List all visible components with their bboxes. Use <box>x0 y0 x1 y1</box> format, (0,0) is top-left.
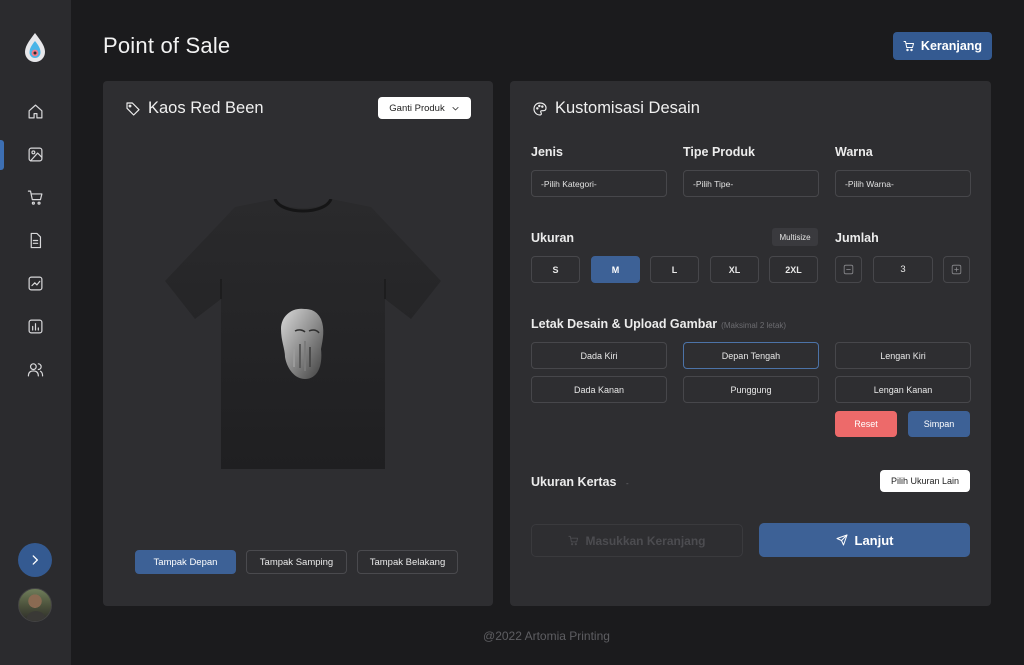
bar-chart-icon <box>28 319 43 333</box>
plus-icon <box>951 264 962 275</box>
change-product-button[interactable]: Ganti Produk <box>378 97 471 119</box>
send-icon <box>836 534 847 546</box>
choose-paper-size-button[interactable]: Pilih Ukuran Lain <box>880 470 970 492</box>
cart-icon <box>568 535 579 546</box>
ukuran-kertas-value: - <box>625 479 629 488</box>
users-icon <box>27 362 44 376</box>
cart-icon <box>903 41 914 52</box>
footer: @2022 Artomia Printing <box>0 629 1024 643</box>
product-preview-panel: Kaos Red Been Ganti Produk Tampak Depan … <box>103 81 493 606</box>
footer-text: @2022 Artomia Printing <box>483 629 610 643</box>
trend-chart-icon <box>28 276 43 290</box>
ukuran-label: Ukuran <box>531 231 575 245</box>
tab-front-view[interactable]: Tampak Depan <box>135 550 236 574</box>
change-product-label: Ganti Produk <box>389 102 445 114</box>
logo-icon <box>25 33 45 62</box>
sidebar <box>0 0 71 665</box>
save-button[interactable]: Simpan <box>908 411 970 437</box>
letak-label: Letak Desain & Upload Gambar (Maksimal 2 … <box>531 317 786 331</box>
sidebar-item-reports[interactable] <box>0 310 71 342</box>
minus-icon <box>843 264 854 275</box>
product-heading: Kaos Red Been <box>125 99 264 118</box>
chevron-right-icon <box>32 555 38 565</box>
size-2xl-button[interactable]: 2XL <box>769 256 818 283</box>
cart-button[interactable]: Keranjang <box>893 32 992 60</box>
tipe-produk-label: Tipe Produk <box>683 145 756 159</box>
placement-dada-kanan[interactable]: Dada Kanan <box>531 376 667 403</box>
avatar[interactable] <box>18 588 52 622</box>
expand-sidebar-button[interactable] <box>18 543 52 577</box>
ukuran-kertas-label: Ukuran Kertas - <box>531 475 629 489</box>
letak-note: (Maksimal 2 letak) <box>721 321 787 330</box>
sidebar-item-cart[interactable] <box>0 181 71 213</box>
image-icon <box>28 147 43 161</box>
sidebar-item-users[interactable] <box>0 353 71 385</box>
cart-button-label: Keranjang <box>920 39 983 53</box>
sidebar-item-documents[interactable] <box>0 224 71 256</box>
placement-lengan-kanan[interactable]: Lengan Kanan <box>835 376 971 403</box>
multisize-toggle[interactable]: Multisize <box>772 228 818 246</box>
quantity-input[interactable]: 3 <box>873 256 933 283</box>
sidebar-item-home[interactable] <box>0 95 71 127</box>
customization-title: Kustomisasi Desain <box>555 99 700 117</box>
home-icon <box>28 104 43 118</box>
customization-panel: Kustomisasi Desain Jenis -Pilih Kategori… <box>510 81 991 606</box>
sidebar-item-gallery[interactable] <box>0 138 71 170</box>
size-xl-button[interactable]: XL <box>710 256 759 283</box>
tipe-produk-select[interactable]: -Pilih Tipe- <box>683 170 819 197</box>
next-button[interactable]: Lanjut <box>759 523 970 557</box>
size-m-button[interactable]: M <box>591 256 640 283</box>
customization-heading: Kustomisasi Desain <box>532 99 700 118</box>
decrease-quantity-button[interactable] <box>835 256 862 283</box>
jenis-label: Jenis <box>531 145 563 159</box>
page-title: Point of Sale <box>103 33 231 58</box>
placement-depan-tengah[interactable]: Depan Tengah <box>683 342 819 369</box>
tab-back-view[interactable]: Tampak Belakang <box>357 550 458 574</box>
tshirt-image <box>165 199 441 469</box>
palette-icon <box>533 101 547 116</box>
placement-dada-kiri[interactable]: Dada Kiri <box>531 342 667 369</box>
warna-label: Warna <box>835 145 873 159</box>
tag-icon <box>126 101 140 116</box>
product-name: Kaos Red Been <box>148 99 264 117</box>
add-to-cart-label: Masukkan Keranjang <box>585 533 706 548</box>
reset-button[interactable]: Reset <box>835 411 897 437</box>
next-button-label: Lanjut <box>854 532 894 548</box>
letak-label-text: Letak Desain & Upload Gambar <box>531 317 718 331</box>
increase-quantity-button[interactable] <box>943 256 970 283</box>
jenis-select[interactable]: -Pilih Kategori- <box>531 170 667 197</box>
warna-select[interactable]: -Pilih Warna- <box>835 170 971 197</box>
view-tabs: Tampak Depan Tampak Samping Tampak Belak… <box>135 550 458 574</box>
jumlah-label: Jumlah <box>835 231 879 245</box>
size-l-button[interactable]: L <box>650 256 699 283</box>
size-s-button[interactable]: S <box>531 256 580 283</box>
placement-lengan-kiri[interactable]: Lengan Kiri <box>835 342 971 369</box>
placement-punggung[interactable]: Punggung <box>683 376 819 403</box>
cart-icon <box>27 190 43 205</box>
add-to-cart-button[interactable]: Masukkan Keranjang <box>531 524 743 557</box>
ukuran-kertas-text: Ukuran Kertas <box>531 475 617 489</box>
tab-side-view[interactable]: Tampak Samping <box>246 550 347 574</box>
chevron-down-icon <box>452 106 459 110</box>
document-icon <box>30 232 42 248</box>
sidebar-item-analytics[interactable] <box>0 267 71 299</box>
